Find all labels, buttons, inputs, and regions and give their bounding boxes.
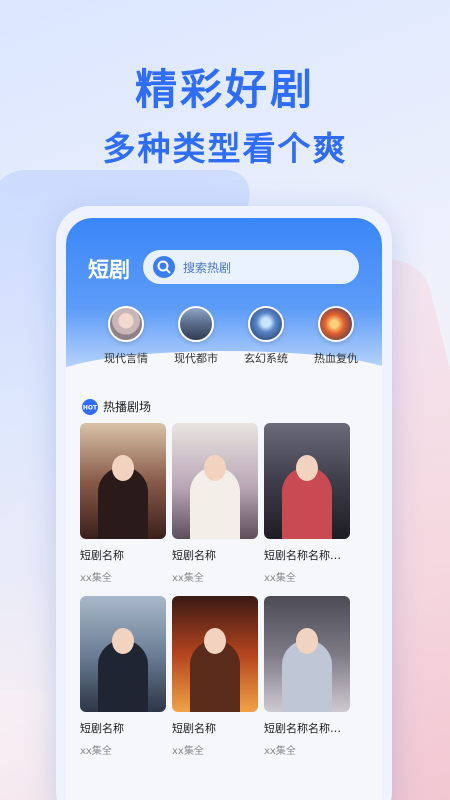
- drama-poster: [264, 423, 350, 539]
- drama-title: 短剧名称名称名...: [264, 549, 350, 562]
- category-label: 现代言情: [104, 352, 148, 365]
- search-icon: [153, 256, 175, 278]
- drama-episodes: xx集全: [264, 746, 296, 757]
- fantasy-avatar-icon: [248, 306, 284, 342]
- category-label: 热血复仇: [314, 352, 358, 365]
- category-label: 现代都市: [174, 352, 218, 365]
- drama-poster: [80, 596, 166, 712]
- drama-card[interactable]: 短剧名称 xx集全: [172, 423, 258, 584]
- drama-title: 短剧名称: [80, 722, 124, 735]
- drama-title: 短剧名称: [172, 722, 216, 735]
- category-row: 现代言情 现代都市 玄幻系统 热血复仇: [92, 306, 370, 376]
- category-fantasy[interactable]: 玄幻系统: [232, 306, 300, 376]
- category-revenge[interactable]: 热血复仇: [302, 306, 370, 376]
- section-header: HOT 热播剧场: [82, 398, 151, 415]
- drama-episodes: xx集全: [172, 746, 204, 757]
- app-brand: 短剧: [88, 258, 130, 282]
- svg-text:HOT: HOT: [83, 404, 98, 411]
- romance-avatar-icon: [108, 306, 144, 342]
- drama-poster: [80, 423, 166, 539]
- drama-title: 短剧名称: [172, 549, 216, 562]
- drama-episodes: xx集全: [80, 746, 112, 757]
- hero-subtitle: 多种类型看个爽: [102, 129, 348, 168]
- drama-title: 短剧名称: [80, 549, 124, 562]
- app-screen: 短剧 搜索热剧 现代言情 现代都市 玄幻系统 热血复仇 HOT 热播剧场 短剧名…: [66, 218, 382, 800]
- drama-card[interactable]: 短剧名称名称名... xx集全: [264, 423, 350, 584]
- drama-poster: [264, 596, 350, 712]
- drama-poster: [172, 423, 258, 539]
- revenge-avatar-icon: [318, 306, 354, 342]
- category-romance[interactable]: 现代言情: [92, 306, 160, 376]
- drama-card[interactable]: 短剧名称 xx集全: [80, 423, 166, 584]
- drama-card[interactable]: 短剧名称 xx集全: [80, 596, 166, 757]
- drama-title: 短剧名称名称名...: [264, 722, 350, 735]
- search-placeholder: 搜索热剧: [183, 260, 232, 275]
- category-label: 玄幻系统: [244, 352, 288, 365]
- section-title: 热播剧场: [103, 400, 152, 414]
- hero-title: 精彩好剧: [134, 65, 315, 114]
- drama-episodes: xx集全: [264, 573, 296, 584]
- search-bar[interactable]: 搜索热剧: [143, 250, 359, 284]
- city-avatar-icon: [178, 306, 214, 342]
- drama-episodes: xx集全: [172, 573, 204, 584]
- drama-poster: [172, 596, 258, 712]
- drama-episodes: xx集全: [80, 573, 112, 584]
- hot-icon: HOT: [82, 398, 98, 415]
- drama-card[interactable]: 短剧名称 xx集全: [172, 596, 258, 757]
- drama-grid: 短剧名称 xx集全 短剧名称 xx集全 短剧名称名称名... xx集全 短剧名称…: [80, 423, 370, 757]
- category-city[interactable]: 现代都市: [162, 306, 230, 376]
- phone-frame: 短剧 搜索热剧 现代言情 现代都市 玄幻系统 热血复仇 HOT 热播剧场 短剧名…: [56, 206, 392, 800]
- drama-card[interactable]: 短剧名称名称名... xx集全: [264, 596, 350, 757]
